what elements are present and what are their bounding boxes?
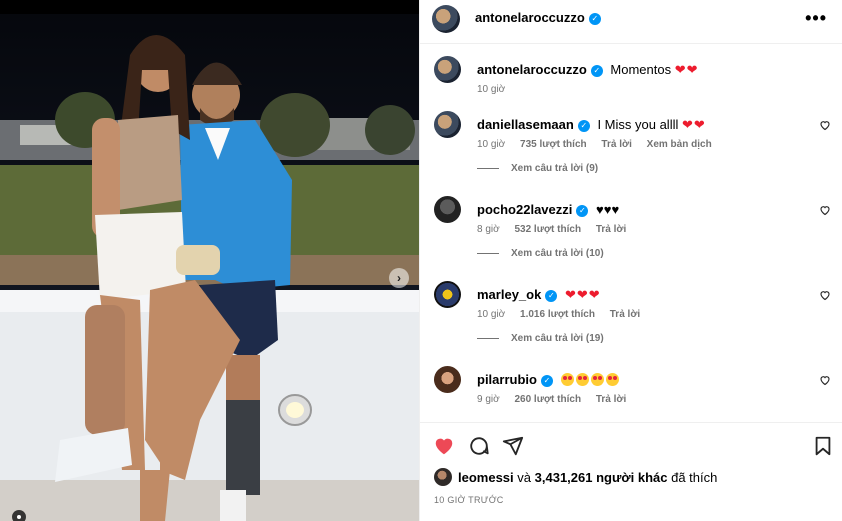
view-replies-label: Xem câu trả lời (9) [511, 163, 599, 174]
likes-summary: leomessi và 3,431,261 người khác đã thíc… [434, 468, 717, 486]
view-replies-label: Xem câu trả lời (19) [511, 333, 604, 344]
heart-eyes-emoji-icon [590, 373, 604, 386]
post-timestamp[interactable]: 10 GIỜ TRƯỚC [434, 495, 504, 505]
comment-text: ♥♥♥ [596, 202, 620, 217]
post-detail-panel: antonelaroccuzzo ✓ ••• antonelaroccuzzo ✓ … [419, 0, 842, 521]
comment-username[interactable]: pocho22lavezzi [477, 202, 572, 217]
comment-hearts: ❤❤❤ [564, 287, 601, 302]
comment-avatar[interactable] [434, 111, 461, 138]
tag-indicator-icon[interactable] [12, 510, 26, 521]
likes-connector: và [517, 469, 532, 485]
comment-like-count[interactable]: 1.016 lượt thích [520, 309, 595, 320]
author-name-row: antonelaroccuzzo ✓ [475, 10, 601, 25]
heart-eyes-emoji-icon [560, 373, 574, 386]
reply-button[interactable]: Trả lời [610, 309, 640, 320]
liker-avatar[interactable] [434, 468, 452, 486]
caption-time: 10 giờ [477, 84, 506, 95]
translate-button[interactable]: Xem bản dịch [647, 139, 712, 150]
caption-text: Momentos [610, 62, 672, 77]
comment-time: 8 giờ [477, 224, 500, 235]
heart-outline-icon[interactable] [819, 374, 831, 386]
comment-emojis [560, 372, 621, 387]
view-replies-button[interactable]: Xem câu trả lời (9) [477, 163, 598, 174]
comment-hearts: ❤❤ [682, 117, 706, 132]
action-bar [420, 422, 842, 466]
heart-filled-icon[interactable] [433, 435, 455, 457]
comment-text: I Miss you allll [597, 117, 679, 132]
photo-illustration [0, 0, 419, 521]
verified-icon: ✓ [590, 64, 603, 77]
author-avatar[interactable] [432, 5, 460, 33]
comment-like-count[interactable]: 260 lượt thích [514, 394, 581, 405]
caption-avatar[interactable] [434, 56, 461, 83]
verified-icon: ✓ [540, 374, 553, 387]
comment-username[interactable]: marley_ok [477, 287, 541, 302]
verified-icon: ✓ [588, 12, 601, 25]
caption-hearts: ❤❤ [674, 62, 699, 77]
more-icon[interactable]: ••• [805, 8, 827, 29]
comment-meta: 10 giờ 1.016 lượt thích Trả lời [477, 309, 652, 320]
reply-button[interactable]: Trả lời [596, 224, 626, 235]
caption-username[interactable]: antonelaroccuzzo [477, 62, 587, 77]
comment-username[interactable]: pilarrubio [477, 372, 537, 387]
comment-text-row: pilarrubio ✓ [477, 372, 621, 387]
comment-meta: 8 giờ 532 lượt thích Trả lời [477, 224, 638, 235]
comment-like-count[interactable]: 532 lượt thích [514, 224, 581, 235]
post-photo[interactable]: › [0, 0, 419, 521]
comment-meta: 9 giờ 260 lượt thích Trả lời [477, 394, 638, 405]
view-replies-label: Xem câu trả lời (10) [511, 248, 604, 259]
next-arrow-icon[interactable]: › [389, 268, 409, 288]
comment-username[interactable]: daniellasemaan [477, 117, 574, 132]
heart-eyes-emoji-icon [575, 373, 589, 386]
view-replies-button[interactable]: Xem câu trả lời (10) [477, 248, 604, 259]
view-replies-button[interactable]: Xem câu trả lời (19) [477, 333, 604, 344]
bookmark-icon[interactable] [812, 435, 834, 457]
comment-text-row: pocho22lavezzi ✓ ♥♥♥ [477, 202, 619, 217]
comment-icon[interactable] [468, 435, 490, 457]
reply-button[interactable]: Trả lời [596, 394, 626, 405]
replies-line [477, 167, 499, 169]
heart-outline-icon[interactable] [819, 204, 831, 216]
share-icon[interactable] [502, 435, 524, 457]
verified-icon: ✓ [545, 289, 558, 302]
caption-meta: 10 giờ [477, 84, 517, 95]
liker-username[interactable]: leomessi [458, 470, 514, 485]
heart-outline-icon[interactable] [819, 289, 831, 301]
post-header: antonelaroccuzzo ✓ ••• [420, 0, 842, 44]
comment-time: 10 giờ [477, 309, 506, 320]
comment-text-row: daniellasemaan ✓ I Miss you allll ❤❤ [477, 117, 706, 133]
replies-line [477, 252, 499, 254]
comment-avatar[interactable] [434, 281, 461, 308]
heart-outline-icon[interactable] [819, 119, 831, 131]
comment-time: 9 giờ [477, 394, 500, 405]
reply-button[interactable]: Trả lời [601, 139, 631, 150]
caption-text-row: antonelaroccuzzo ✓ Momentos ❤❤ [477, 62, 699, 78]
comment-avatar[interactable] [434, 366, 461, 393]
comment-avatar[interactable] [434, 196, 461, 223]
likes-suffix: đã thích [671, 469, 718, 485]
heart-eyes-emoji-icon [605, 373, 619, 386]
replies-line [477, 337, 499, 339]
comment-time: 10 giờ [477, 139, 506, 150]
likes-count[interactable]: 3,431,261 người khác [535, 470, 668, 485]
author-username[interactable]: antonelaroccuzzo [475, 10, 585, 25]
verified-icon: ✓ [577, 119, 590, 132]
comment-text-row: marley_ok ✓ ❤❤❤ [477, 287, 601, 303]
verified-icon: ✓ [576, 204, 589, 217]
comment-like-count[interactable]: 735 lượt thích [520, 139, 587, 150]
comment-meta: 10 giờ 735 lượt thích Trả lời Xem bản dị… [477, 139, 724, 150]
